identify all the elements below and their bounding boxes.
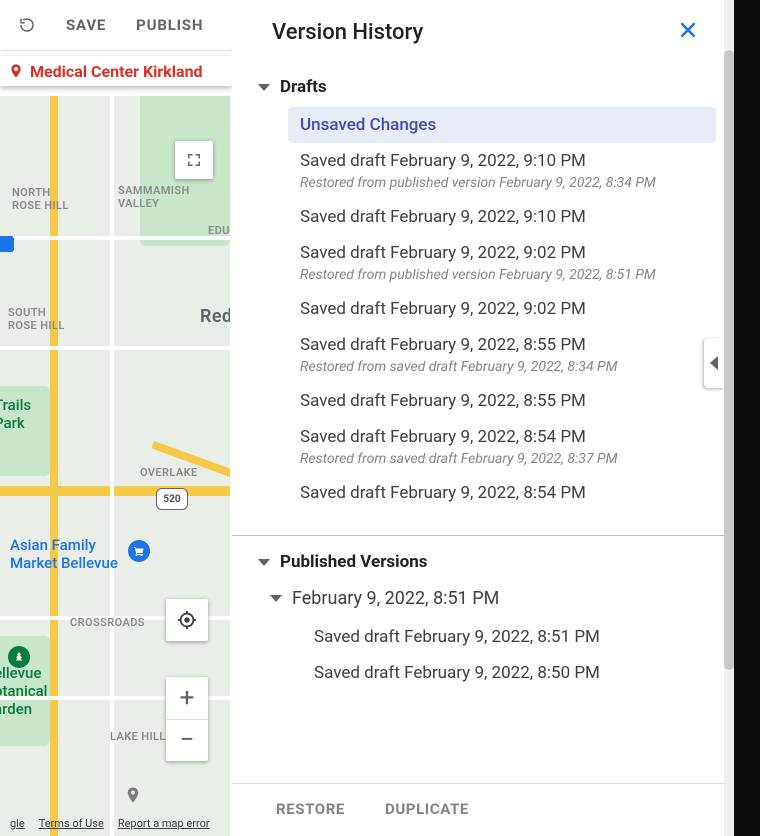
divider — [232, 535, 724, 536]
map-label: OVERLAKE — [140, 466, 198, 479]
version-entry-subtext: Restored from published version February… — [300, 175, 714, 191]
pin-icon — [8, 61, 24, 81]
close-button[interactable] — [674, 14, 702, 50]
map-label: LAKE HILL — [110, 730, 166, 743]
restore-button[interactable]: RESTORE — [276, 800, 345, 818]
poi-marker[interactable] — [124, 784, 142, 806]
version-entry-title: Saved draft February 9, 2022, 8:55 PM — [300, 335, 714, 355]
version-entry-title: Saved draft February 9, 2022, 9:10 PM — [300, 151, 714, 171]
version-entry[interactable]: Saved draft February 9, 2022, 9:02 PM Res… — [232, 235, 724, 291]
panel-body[interactable]: Drafts Unsaved Changes Saved draft Februa… — [232, 65, 724, 783]
chevron-down-icon — [258, 559, 270, 566]
map-canvas[interactable]: NORTH ROSE HILL SAMMAMISH VALLEY EDU Red… — [0, 96, 230, 836]
version-entry[interactable]: Unsaved Changes — [288, 107, 716, 143]
version-entry-title: Saved draft February 9, 2022, 9:02 PM — [300, 243, 714, 263]
chevron-down-icon — [270, 595, 282, 602]
map-label: SOUTH ROSE HILL — [8, 306, 65, 332]
map-label: Trails Park — [0, 396, 31, 432]
version-entry-title: Saved draft February 9, 2022, 9:10 PM — [300, 207, 714, 227]
drafts-label: Drafts — [280, 77, 327, 97]
map-label: NORTH ROSE HILL — [12, 186, 69, 212]
map-report-link[interactable]: Report a map error — [118, 817, 210, 830]
version-entry[interactable]: Saved draft February 9, 2022, 9:10 PM — [232, 199, 724, 235]
collapse-handle[interactable] — [704, 338, 724, 388]
map-label: ellevue otanical arden — [0, 664, 48, 718]
panel-footer: RESTORE DUPLICATE — [232, 783, 724, 836]
version-entry[interactable]: Saved draft February 9, 2022, 8:51 PM — [232, 619, 724, 655]
map-label: SAMMAMISH VALLEY — [118, 184, 190, 210]
map-lang-link[interactable]: gle — [10, 817, 25, 830]
version-entry-subtext: Restored from saved draft February 9, 20… — [300, 451, 714, 467]
version-entry-subtext: Restored from saved draft February 9, 20… — [300, 359, 714, 375]
version-entry[interactable]: Saved draft February 9, 2022, 8:54 PM — [232, 475, 724, 511]
map-label: EDU — [208, 224, 230, 237]
panel-title: Version History — [272, 20, 423, 45]
save-button[interactable]: SAVE — [66, 16, 106, 34]
redo-icon[interactable] — [18, 16, 36, 34]
zoom-out-button[interactable]: − — [166, 720, 208, 762]
location-tag[interactable]: Medical Center Kirkland — [0, 56, 232, 86]
published-entry[interactable]: February 9, 2022, 8:51 PM — [232, 582, 724, 619]
zoom-control: + − — [166, 677, 208, 761]
version-history-panel: Version History Drafts Unsaved Changes Sa… — [232, 0, 724, 836]
published-header[interactable]: Published Versions — [232, 546, 724, 582]
route-shield: 520 — [156, 488, 188, 510]
poi-marker[interactable] — [128, 540, 150, 562]
published-section: Published Versions February 9, 2022, 8:5… — [232, 540, 724, 697]
close-icon — [678, 20, 698, 40]
target-icon — [176, 609, 198, 631]
zoom-in-button[interactable]: + — [166, 677, 208, 720]
version-entry[interactable]: Saved draft February 9, 2022, 8:55 PM — [232, 383, 724, 419]
chevron-left-icon — [710, 356, 718, 370]
published-label: Published Versions — [280, 552, 428, 572]
version-entry[interactable]: Saved draft February 9, 2022, 9:10 PM Res… — [232, 143, 724, 199]
version-entry[interactable]: Saved draft February 9, 2022, 8:55 PM Res… — [232, 327, 724, 383]
location-tag-text: Medical Center Kirkland — [30, 62, 203, 81]
fullscreen-icon — [185, 151, 203, 169]
version-entry-title: Saved draft February 9, 2022, 8:54 PM — [300, 427, 714, 447]
published-entry-title: February 9, 2022, 8:51 PM — [292, 588, 499, 609]
map-terms-link[interactable]: Terms of Use — [39, 817, 104, 830]
poi-marker[interactable] — [8, 646, 30, 668]
version-entry-title: Saved draft February 9, 2022, 8:51 PM — [314, 627, 714, 647]
drafts-section: Drafts Unsaved Changes Saved draft Februa… — [232, 65, 724, 517]
version-entry-subtext: Restored from published version February… — [300, 267, 714, 283]
window-edge — [734, 0, 760, 836]
duplicate-button[interactable]: DUPLICATE — [385, 800, 469, 818]
publish-button[interactable]: PUBLISH — [136, 16, 203, 34]
version-entry-title: Saved draft February 9, 2022, 8:50 PM — [314, 663, 714, 683]
version-entry[interactable]: Saved draft February 9, 2022, 8:50 PM — [232, 655, 724, 691]
my-location-button[interactable] — [166, 599, 208, 641]
fullscreen-button[interactable] — [175, 141, 213, 179]
map-label: CROSSROADS — [70, 616, 145, 629]
map-label: Asian Family Market Bellevue — [10, 536, 118, 572]
version-entry[interactable]: Saved draft February 9, 2022, 9:02 PM — [232, 291, 724, 327]
scrollbar-thumb[interactable] — [724, 50, 734, 670]
version-entry-title: Saved draft February 9, 2022, 8:54 PM — [300, 483, 714, 503]
version-entry[interactable]: Saved draft February 9, 2022, 8:54 PM Res… — [232, 419, 724, 475]
version-entry-title: Saved draft February 9, 2022, 8:55 PM — [300, 391, 714, 411]
map-label: Redm — [200, 306, 230, 327]
chevron-down-icon — [258, 84, 270, 91]
map-attribution: gle Terms of Use Report a map error — [10, 817, 222, 830]
panel-header: Version History — [232, 0, 724, 65]
drafts-header[interactable]: Drafts — [232, 71, 724, 107]
version-entry-title: Unsaved Changes — [300, 115, 706, 135]
version-entry-title: Saved draft February 9, 2022, 9:02 PM — [300, 299, 714, 319]
poi-marker[interactable] — [0, 236, 14, 252]
